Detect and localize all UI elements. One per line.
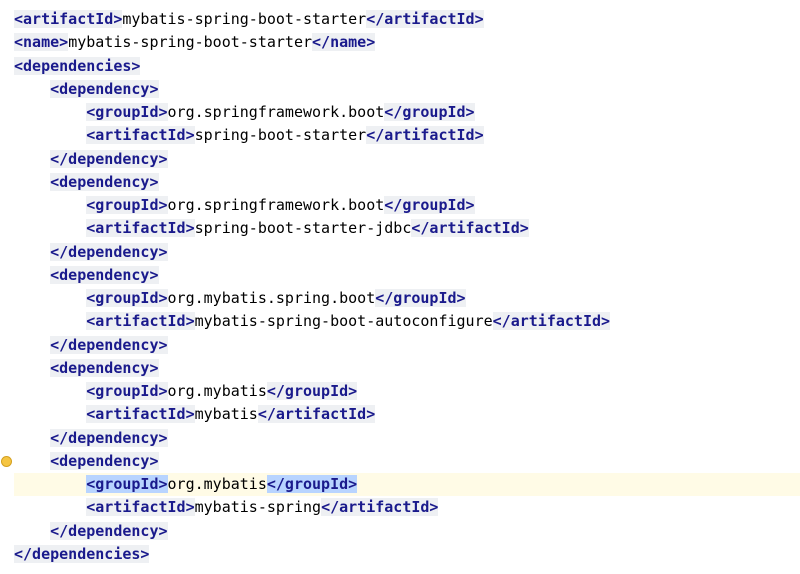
xml-text: org.mybatis.spring.boot bbox=[168, 289, 376, 307]
xml-tag: </name> bbox=[312, 33, 375, 51]
code-line[interactable]: <artifactId>spring-boot-starter-jdbc</ar… bbox=[14, 217, 800, 240]
xml-text: org.mybatis bbox=[168, 475, 267, 493]
code-line[interactable]: <groupId>org.mybatis.spring.boot</groupI… bbox=[14, 287, 800, 310]
xml-tag: </artifactId> bbox=[258, 405, 375, 423]
xml-tag: <name> bbox=[14, 33, 68, 51]
xml-tag: </artifactId> bbox=[493, 312, 610, 330]
code-line[interactable]: <groupId>org.springframework.boot</group… bbox=[14, 101, 800, 124]
code-line[interactable]: <dependencies> bbox=[14, 55, 800, 78]
xml-tag: <groupId> bbox=[86, 382, 167, 400]
code-line[interactable]: </dependency> bbox=[14, 520, 800, 543]
xml-tag: </artifactId> bbox=[321, 498, 438, 516]
xml-text: mybatis bbox=[195, 405, 258, 423]
code-line[interactable]: <groupId>org.mybatis</groupId> bbox=[14, 380, 800, 403]
xml-tag: </artifactId> bbox=[366, 10, 483, 28]
xml-tag: <dependency> bbox=[50, 80, 158, 98]
code-line[interactable]: </dependency> bbox=[14, 334, 800, 357]
xml-tag: <artifactId> bbox=[86, 312, 194, 330]
code-line[interactable]: <artifactId>mybatis-spring</artifactId> bbox=[14, 496, 800, 519]
xml-text: mybatis-spring bbox=[195, 498, 321, 516]
xml-tag: </dependency> bbox=[50, 429, 167, 447]
xml-tag: <groupId> bbox=[86, 289, 167, 307]
code-line[interactable]: <dependency> bbox=[14, 78, 800, 101]
xml-tag: </dependency> bbox=[50, 336, 167, 354]
xml-tag: </groupId> bbox=[375, 289, 465, 307]
xml-tag: <artifactId> bbox=[14, 10, 122, 28]
xml-tag: <groupId> bbox=[86, 103, 167, 121]
xml-code-editor[interactable]: <artifactId>mybatis-spring-boot-starter<… bbox=[14, 8, 800, 566]
xml-tag: <groupId> bbox=[86, 196, 167, 214]
code-line[interactable]: </dependencies> bbox=[14, 543, 800, 566]
xml-tag: <dependency> bbox=[50, 266, 158, 284]
xml-tag: </dependency> bbox=[50, 150, 167, 168]
xml-tag: <groupId> bbox=[86, 475, 167, 493]
xml-text: mybatis-spring-boot-starter bbox=[122, 10, 366, 28]
code-line[interactable]: </dependency> bbox=[14, 148, 800, 171]
xml-tag: </artifactId> bbox=[366, 126, 483, 144]
xml-tag: <artifactId> bbox=[86, 405, 194, 423]
xml-text: mybatis-spring-boot-starter bbox=[68, 33, 312, 51]
xml-tag: </dependency> bbox=[50, 522, 167, 540]
xml-text: org.springframework.boot bbox=[168, 196, 385, 214]
code-line[interactable]: <name>mybatis-spring-boot-starter</name> bbox=[14, 31, 800, 54]
xml-tag: </groupId> bbox=[384, 196, 474, 214]
xml-text: spring-boot-starter-jdbc bbox=[195, 219, 412, 237]
code-line[interactable]: <dependency> bbox=[14, 171, 800, 194]
xml-tag: </artifactId> bbox=[411, 219, 528, 237]
xml-tag: </groupId> bbox=[267, 475, 357, 493]
code-line[interactable]: <dependency> bbox=[14, 264, 800, 287]
xml-tag: <dependency> bbox=[50, 359, 158, 377]
code-line[interactable]: </dependency> bbox=[14, 427, 800, 450]
xml-tag: <dependency> bbox=[50, 452, 158, 470]
xml-tag: <artifactId> bbox=[86, 498, 194, 516]
code-line[interactable]: <artifactId>mybatis</artifactId> bbox=[14, 403, 800, 426]
code-line[interactable]: <groupId>org.mybatis</groupId> bbox=[14, 473, 800, 496]
intention-bulb-icon[interactable] bbox=[0, 450, 12, 474]
xml-tag: <dependencies> bbox=[14, 57, 140, 75]
xml-tag: </groupId> bbox=[267, 382, 357, 400]
xml-text: mybatis-spring-boot-autoconfigure bbox=[195, 312, 493, 330]
xml-tag: <dependency> bbox=[50, 173, 158, 191]
code-line[interactable]: <groupId>org.springframework.boot</group… bbox=[14, 194, 800, 217]
xml-tag: </groupId> bbox=[384, 103, 474, 121]
code-line[interactable]: <artifactId>spring-boot-starter</artifac… bbox=[14, 124, 800, 147]
xml-tag: <artifactId> bbox=[86, 219, 194, 237]
xml-tag: <artifactId> bbox=[86, 126, 194, 144]
xml-tag: </dependency> bbox=[50, 243, 167, 261]
code-line[interactable]: <dependency> bbox=[14, 450, 800, 473]
xml-tag: </dependencies> bbox=[14, 545, 149, 563]
code-line[interactable]: <artifactId>mybatis-spring-boot-autoconf… bbox=[14, 310, 800, 333]
xml-text: org.springframework.boot bbox=[168, 103, 385, 121]
xml-text: org.mybatis bbox=[168, 382, 267, 400]
code-line[interactable]: <dependency> bbox=[14, 357, 800, 380]
code-line[interactable]: </dependency> bbox=[14, 241, 800, 264]
code-line[interactable]: <artifactId>mybatis-spring-boot-starter<… bbox=[14, 8, 800, 31]
xml-text: spring-boot-starter bbox=[195, 126, 367, 144]
